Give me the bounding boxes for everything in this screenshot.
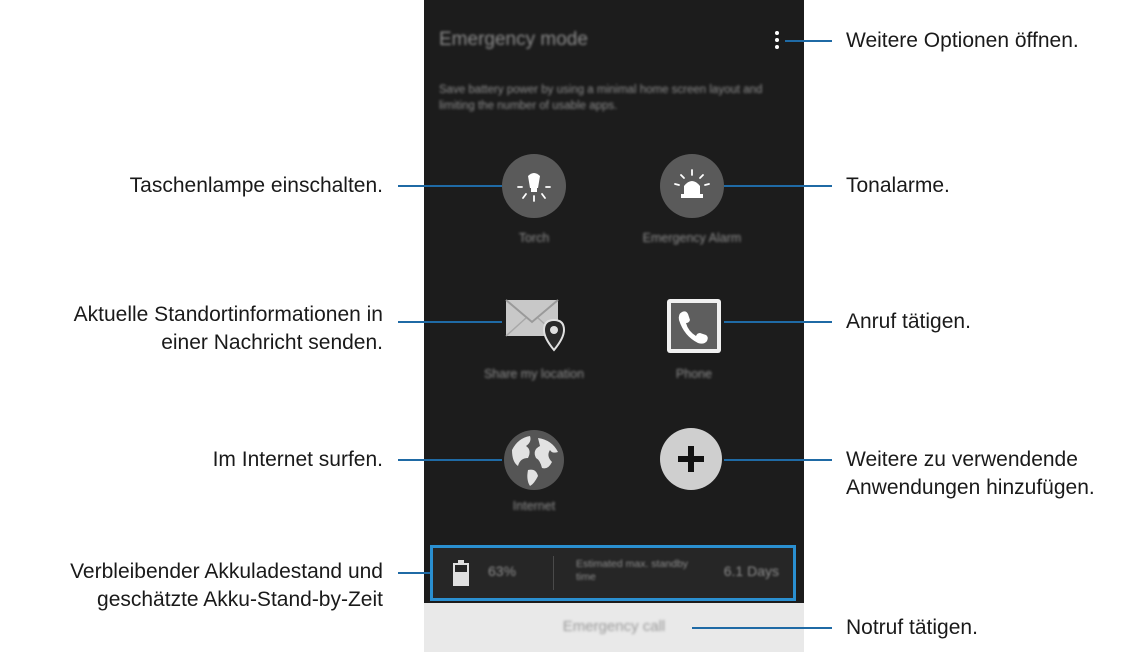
phone-icon xyxy=(667,299,721,353)
standby-estimate-label: Estimated max. standby time xyxy=(576,558,689,583)
envelope-location-icon xyxy=(505,299,566,352)
share-location-button[interactable] xyxy=(502,296,566,360)
add-app-button[interactable] xyxy=(660,428,722,490)
torch-button[interactable] xyxy=(502,154,566,218)
callout-phone: Anruf tätigen. xyxy=(846,310,971,333)
internet-button[interactable] xyxy=(502,428,566,492)
siren-icon xyxy=(674,169,710,198)
globe-icon xyxy=(504,430,564,490)
flashlight-icon xyxy=(517,173,551,202)
callout-share-line1: Aktuelle Standortinformationen in xyxy=(73,303,383,326)
callout-battery: Verbleibender Akkuladestand und geschätz… xyxy=(70,558,383,614)
callout-add: Weitere zu verwendende Anwendungen hinzu… xyxy=(846,446,1095,502)
battery-icon xyxy=(453,560,469,586)
emergency-mode-screen: Emergency mode Save battery power by usi… xyxy=(424,0,804,652)
emergency-alarm-button[interactable] xyxy=(660,154,724,218)
callout-share-line2: einer Nachricht senden. xyxy=(161,331,383,354)
screen-description: Save battery power by using a minimal ho… xyxy=(439,84,763,112)
battery-info-panel: 63% Estimated max. standby time 6.1 Days xyxy=(430,545,796,601)
emergency-call-label: Emergency call xyxy=(562,618,666,635)
screen-title: Emergency mode xyxy=(439,29,588,50)
emergency-alarm-label: Emergency Alarm xyxy=(642,231,742,245)
torch-label: Torch xyxy=(518,231,550,245)
callout-torch: Taschenlampe einschalten. xyxy=(129,174,383,197)
battery-percent: 63% xyxy=(488,563,517,579)
callout-share: Aktuelle Standortinformationen in einer … xyxy=(74,301,383,357)
plus-icon xyxy=(678,446,704,472)
callout-emergency-call: Notruf tätigen. xyxy=(846,616,978,639)
callout-internet: Im Internet surfen. xyxy=(212,448,383,471)
phone-label: Phone xyxy=(675,367,713,381)
callout-add-line1: Weitere zu verwendende xyxy=(846,448,1078,471)
callout-alarm: Tonalarme. xyxy=(846,174,950,197)
callout-more-options: Weitere Optionen öffnen. xyxy=(846,29,1079,52)
battery-divider xyxy=(553,556,554,590)
internet-label: Internet xyxy=(512,499,556,513)
callout-battery-line2: geschätzte Akku-Stand-by-Zeit xyxy=(97,588,383,611)
callout-add-line2: Anwendungen hinzufügen. xyxy=(846,476,1095,499)
phone-button[interactable] xyxy=(666,298,730,362)
share-location-label: Share my location xyxy=(483,367,585,381)
callout-battery-line1: Verbleibender Akkuladestand und xyxy=(70,560,383,583)
standby-days: 6.1 Days xyxy=(723,563,779,579)
emergency-call-button[interactable]: Emergency call xyxy=(424,603,804,652)
more-options-icon[interactable] xyxy=(772,31,782,51)
